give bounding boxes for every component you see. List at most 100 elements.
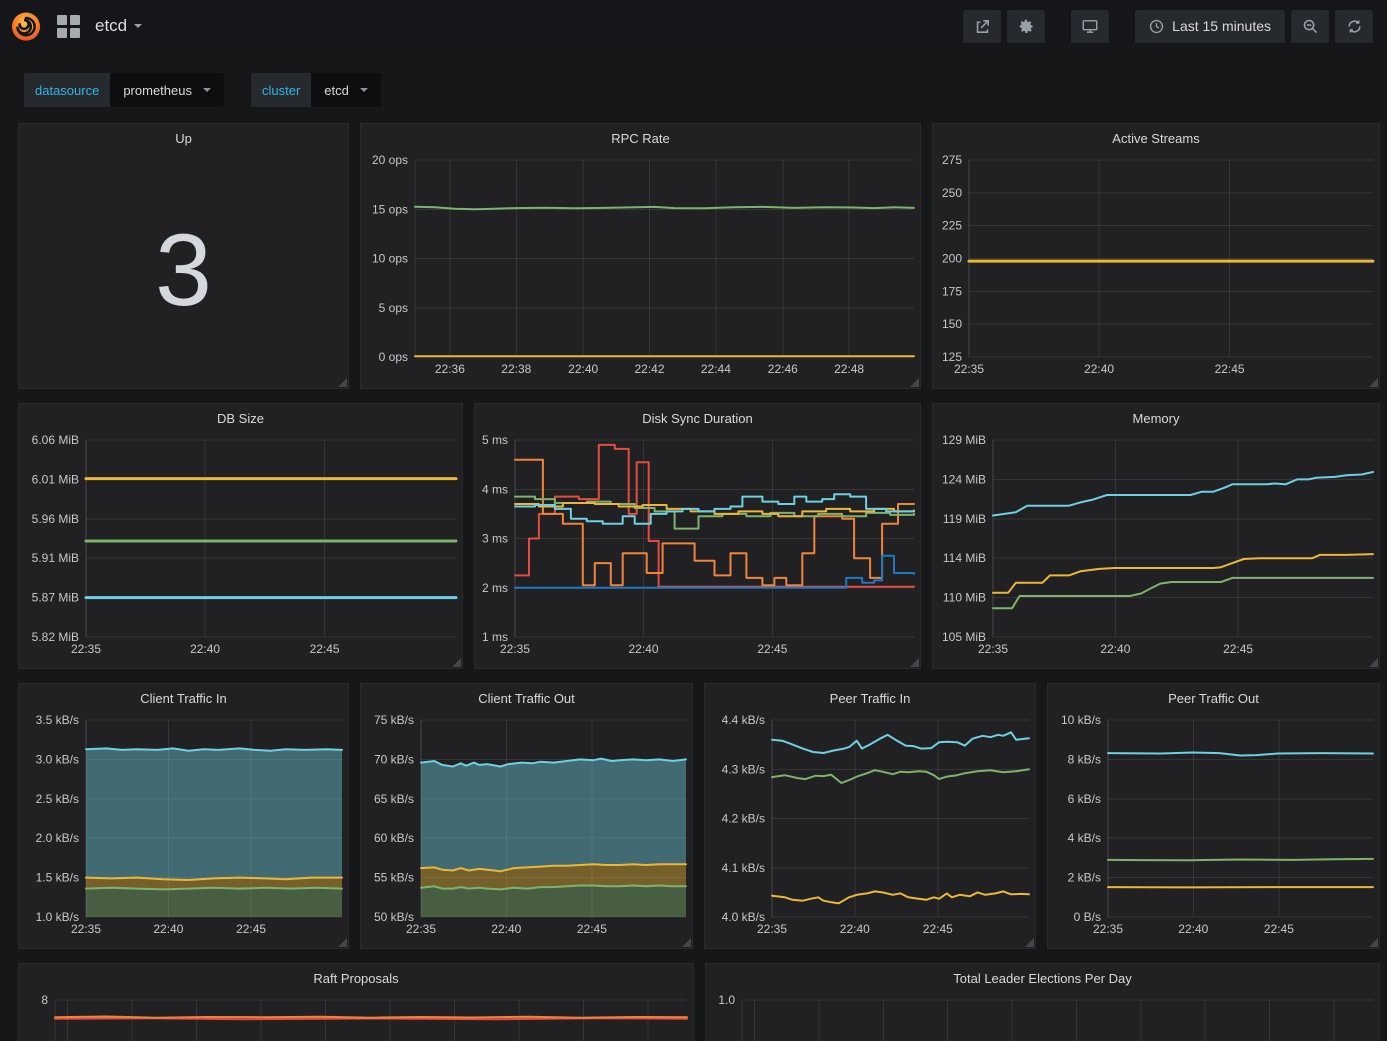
chevron-down-icon: [360, 88, 368, 92]
svg-text:22:35: 22:35: [978, 642, 1008, 656]
svg-text:275: 275: [942, 153, 962, 167]
panel-title-client-traffic-out[interactable]: Client Traffic Out: [361, 684, 692, 712]
panel-raft-proposals: Raft Proposals 8: [18, 963, 694, 1041]
peer-traffic-in-chart[interactable]: 4.0 kB/s4.1 kB/s4.2 kB/s4.3 kB/s4.4 kB/s…: [705, 712, 1035, 948]
panel-resize-handle[interactable]: [338, 378, 347, 387]
svg-text:250: 250: [942, 186, 962, 200]
svg-text:22:48: 22:48: [834, 362, 864, 376]
navbar: etcd Last 15 minutes: [0, 0, 1387, 52]
svg-text:4.2 kB/s: 4.2 kB/s: [722, 812, 765, 826]
settings-button[interactable]: [1007, 10, 1045, 43]
svg-text:119 MiB: 119 MiB: [943, 512, 986, 526]
gear-icon: [1018, 18, 1035, 35]
svg-text:5 ms: 5 ms: [482, 433, 508, 447]
variable-dropdown-cluster[interactable]: etcd: [311, 73, 381, 107]
variable-datasource: datasource prometheus: [24, 73, 224, 107]
svg-text:22:35: 22:35: [71, 922, 101, 936]
refresh-button[interactable]: [1335, 10, 1373, 43]
dashboard-title-dropdown[interactable]: etcd: [95, 16, 142, 36]
panel-resize-handle[interactable]: [910, 658, 919, 667]
panel-title-active-streams[interactable]: Active Streams: [933, 124, 1379, 152]
chart-svg: 12515017520022525027522:3522:4022:45: [933, 152, 1379, 388]
panel-resize-handle[interactable]: [682, 938, 691, 947]
svg-text:5.87 MiB: 5.87 MiB: [32, 591, 79, 605]
svg-text:2 ms: 2 ms: [482, 581, 508, 595]
panel-title-up[interactable]: Up: [19, 124, 348, 152]
svg-text:22:40: 22:40: [1100, 642, 1130, 656]
svg-text:22:40: 22:40: [153, 922, 183, 936]
share-icon: [974, 18, 991, 35]
time-range-picker[interactable]: Last 15 minutes: [1135, 10, 1285, 43]
client-traffic-out-chart[interactable]: 50 kB/s55 kB/s60 kB/s65 kB/s70 kB/s75 kB…: [361, 712, 692, 948]
chart-svg: 4.0 kB/s4.1 kB/s4.2 kB/s4.3 kB/s4.4 kB/s…: [705, 712, 1035, 948]
chart-svg: 105 MiB110 MiB114 MiB119 MiB124 MiB129 M…: [933, 432, 1379, 668]
chart-svg: 1.0 kB/s1.5 kB/s2.0 kB/s2.5 kB/s3.0 kB/s…: [19, 712, 348, 948]
client-traffic-in-chart[interactable]: 1.0 kB/s1.5 kB/s2.0 kB/s2.5 kB/s3.0 kB/s…: [19, 712, 348, 948]
chart-svg: 0 B/s2 kB/s4 kB/s6 kB/s8 kB/s10 kB/s22:3…: [1048, 712, 1379, 948]
svg-text:22:38: 22:38: [501, 362, 531, 376]
svg-text:22:45: 22:45: [1264, 922, 1294, 936]
svg-text:10 ops: 10 ops: [372, 252, 408, 266]
panel-title-peer-traffic-out[interactable]: Peer Traffic Out: [1048, 684, 1379, 712]
chevron-down-icon: [134, 24, 142, 28]
svg-text:3.0 kB/s: 3.0 kB/s: [36, 752, 79, 766]
panel-title-rpc-rate[interactable]: RPC Rate: [361, 124, 920, 152]
panel-resize-handle[interactable]: [452, 658, 461, 667]
panel-resize-handle[interactable]: [1369, 938, 1378, 947]
chart-svg: 0 ops5 ops10 ops15 ops20 ops22:3622:3822…: [361, 152, 920, 388]
memory-chart[interactable]: 105 MiB110 MiB114 MiB119 MiB124 MiB129 M…: [933, 432, 1379, 668]
svg-text:6.06 MiB: 6.06 MiB: [32, 433, 79, 447]
panel-title-db-size[interactable]: DB Size: [19, 404, 462, 432]
panel-title-raft-proposals[interactable]: Raft Proposals: [19, 964, 693, 992]
share-button[interactable]: [963, 10, 1001, 43]
panel-title-client-traffic-in[interactable]: Client Traffic In: [19, 684, 348, 712]
svg-text:60 kB/s: 60 kB/s: [374, 831, 414, 845]
up-stat-value: 3: [19, 152, 348, 388]
svg-text:8 kB/s: 8 kB/s: [1068, 752, 1101, 766]
svg-text:8: 8: [41, 993, 48, 1007]
svg-text:129 MiB: 129 MiB: [942, 433, 986, 447]
raft-proposals-chart[interactable]: 8: [19, 992, 693, 1041]
panel-title-leader-elections[interactable]: Total Leader Elections Per Day: [706, 964, 1379, 992]
panel-title-memory[interactable]: Memory: [933, 404, 1379, 432]
active-streams-chart[interactable]: 12515017520022525027522:3522:4022:45: [933, 152, 1379, 388]
grafana-logo[interactable]: [10, 10, 42, 42]
variable-label-cluster: cluster: [251, 73, 311, 107]
db-size-chart[interactable]: 5.82 MiB5.87 MiB5.91 MiB5.96 MiB6.01 MiB…: [19, 432, 462, 668]
dashboard-grid: Up 3 RPC Rate 0 ops5 ops10 ops15 ops20 o…: [0, 123, 1387, 1041]
svg-text:22:45: 22:45: [310, 642, 340, 656]
leader-elections-chart[interactable]: 1.0: [706, 992, 1379, 1041]
svg-text:22:35: 22:35: [71, 642, 101, 656]
svg-text:5.91 MiB: 5.91 MiB: [32, 551, 79, 565]
svg-text:124 MiB: 124 MiB: [942, 472, 986, 486]
chart-svg: 1 ms2 ms3 ms4 ms5 ms22:3522:4022:45: [475, 432, 920, 668]
chart-svg: 5.82 MiB5.87 MiB5.91 MiB5.96 MiB6.01 MiB…: [19, 432, 462, 668]
svg-text:200: 200: [942, 252, 962, 266]
svg-text:75 kB/s: 75 kB/s: [374, 713, 414, 727]
panel-title-peer-traffic-in[interactable]: Peer Traffic In: [705, 684, 1035, 712]
panel-resize-handle[interactable]: [338, 938, 347, 947]
panel-resize-handle[interactable]: [1025, 938, 1034, 947]
clock-icon: [1149, 19, 1164, 34]
svg-text:22:45: 22:45: [923, 922, 953, 936]
rpc-rate-chart[interactable]: 0 ops5 ops10 ops15 ops20 ops22:3622:3822…: [361, 152, 920, 388]
zoom-out-button[interactable]: [1291, 10, 1329, 43]
svg-text:22:40: 22:40: [628, 642, 658, 656]
panel-resize-handle[interactable]: [910, 378, 919, 387]
svg-text:22:40: 22:40: [491, 922, 521, 936]
chart-svg: 1.0: [706, 992, 1379, 1041]
panel-title-disk-sync-duration[interactable]: Disk Sync Duration: [475, 404, 920, 432]
dashboards-grid-icon[interactable]: [57, 15, 80, 38]
svg-text:22:40: 22:40: [568, 362, 598, 376]
monitor-icon: [1081, 18, 1099, 35]
chevron-down-icon: [203, 88, 211, 92]
panel-resize-handle[interactable]: [1369, 658, 1378, 667]
svg-text:5 ops: 5 ops: [379, 301, 408, 315]
peer-traffic-out-chart[interactable]: 0 B/s2 kB/s4 kB/s6 kB/s8 kB/s10 kB/s22:3…: [1048, 712, 1379, 948]
svg-text:15 ops: 15 ops: [372, 202, 408, 216]
disk-sync-duration-chart[interactable]: 1 ms2 ms3 ms4 ms5 ms22:3522:4022:45: [475, 432, 920, 668]
variable-dropdown-datasource[interactable]: prometheus: [110, 73, 224, 107]
svg-text:22:35: 22:35: [500, 642, 530, 656]
tv-mode-button[interactable]: [1071, 10, 1109, 43]
panel-resize-handle[interactable]: [1369, 378, 1378, 387]
